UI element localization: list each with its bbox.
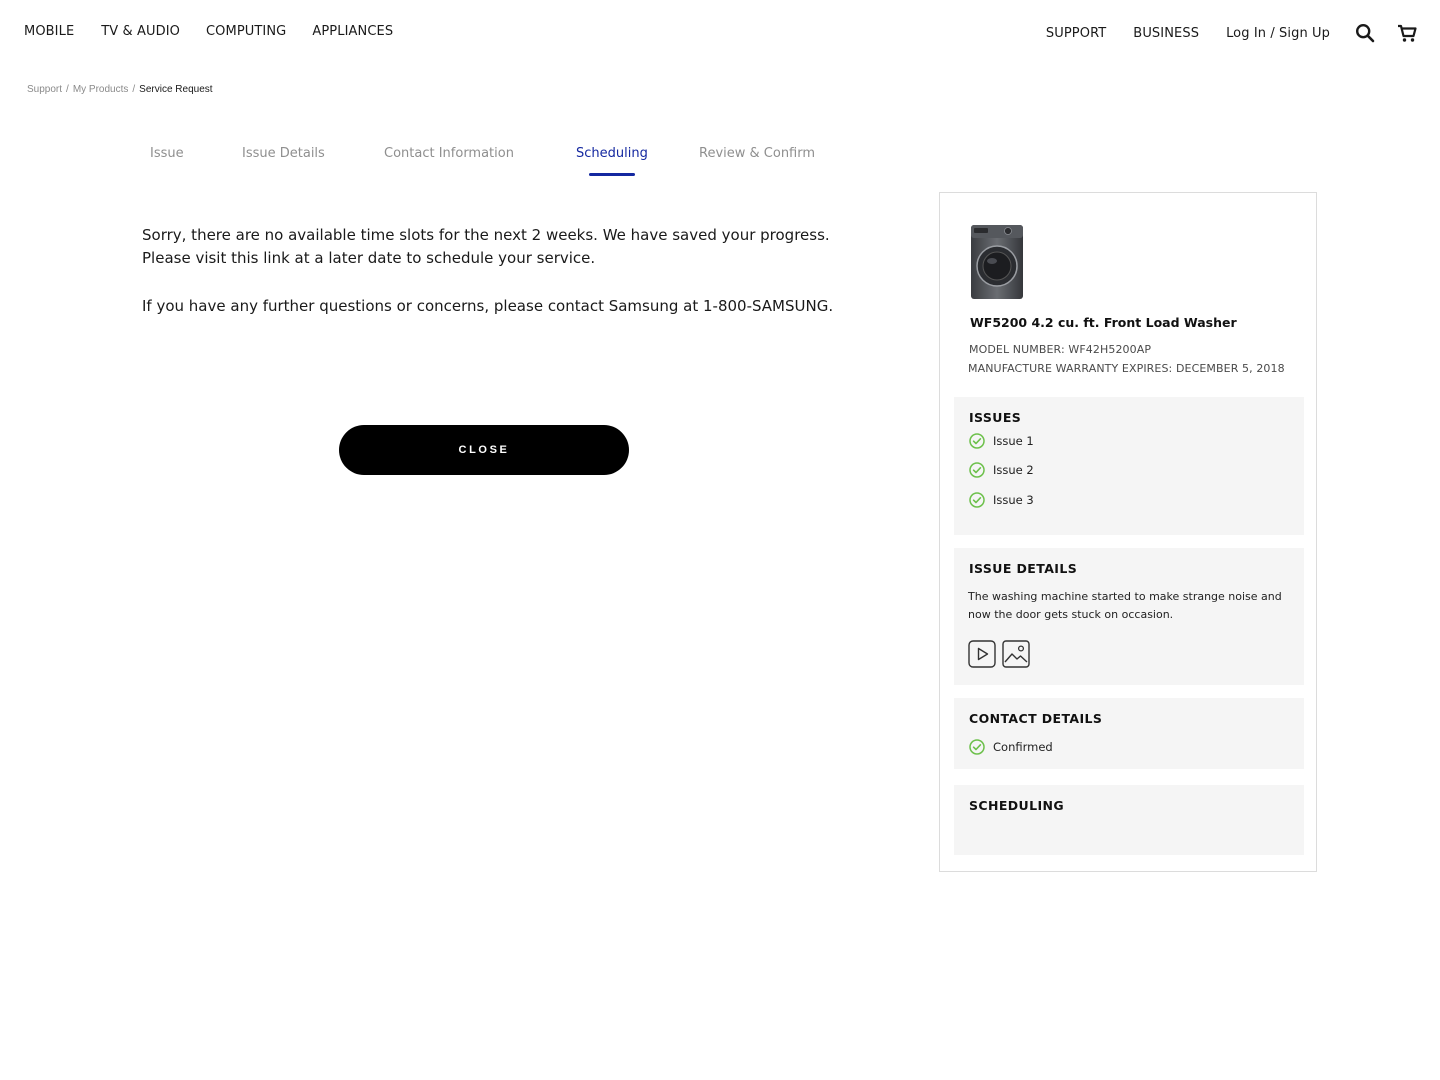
nav-tv-audio[interactable]: TV & AUDIO [101, 24, 180, 39]
issue-details-title: ISSUE DETAILS [969, 561, 1078, 576]
login-signup-link[interactable]: Log In / Sign Up [1226, 26, 1330, 41]
model-number: MODEL NUMBER: WF42H5200AP [969, 343, 1152, 356]
issue-item: Issue 1 [969, 432, 1034, 450]
product-name: WF5200 4.2 cu. ft. Front Load Washer [970, 315, 1237, 330]
nav-appliances[interactable]: APPLIANCES [312, 24, 393, 39]
no-slots-message: Sorry, there are no available time slots… [142, 224, 842, 318]
contact-status-label: Confirmed [993, 740, 1053, 754]
active-step-indicator [589, 173, 635, 176]
top-navigation: MOBILE TV & AUDIO COMPUTING APPLIANCES S… [0, 0, 1440, 66]
utility-menu: SUPPORT BUSINESS Log In / Sign Up [1046, 22, 1418, 44]
step-review-confirm[interactable]: Review & Confirm [699, 146, 815, 161]
issue-label: Issue 1 [993, 434, 1034, 448]
issue-label: Issue 3 [993, 493, 1034, 507]
issue-item: Issue 2 [969, 461, 1034, 479]
attachments [968, 640, 1030, 668]
contact-details-title: CONTACT DETAILS [969, 711, 1103, 726]
breadcrumb-my-products[interactable]: My Products [73, 84, 129, 95]
issue-details-panel: ISSUE DETAILS The washing machine starte… [954, 548, 1304, 685]
search-icon[interactable] [1354, 22, 1376, 44]
contact-text: If you have any further questions or con… [142, 297, 834, 315]
issue-label: Issue 2 [993, 463, 1034, 477]
breadcrumb-separator: / [66, 84, 69, 95]
step-scheduling[interactable]: Scheduling [576, 146, 648, 161]
no-slots-text: Sorry, there are no available time slots… [142, 226, 830, 267]
contact-status: Confirmed [969, 738, 1053, 756]
nav-mobile[interactable]: MOBILE [24, 24, 74, 39]
step-issue[interactable]: Issue [150, 146, 184, 161]
cart-icon[interactable] [1396, 22, 1418, 44]
washer-product-image [970, 224, 1024, 300]
step-issue-details[interactable]: Issue Details [242, 146, 325, 161]
breadcrumb-support[interactable]: Support [27, 84, 62, 95]
contact-details-panel: CONTACT DETAILS Confirmed [954, 698, 1304, 769]
video-attachment-icon[interactable] [968, 640, 996, 668]
image-attachment-icon[interactable] [1002, 640, 1030, 668]
breadcrumb: Support / My Products / Service Request [27, 84, 213, 95]
check-circle-icon [969, 492, 985, 508]
nav-computing[interactable]: COMPUTING [206, 24, 286, 39]
request-summary-card: WF5200 4.2 cu. ft. Front Load Washer MOD… [939, 192, 1317, 872]
issue-item: Issue 3 [969, 491, 1034, 509]
check-circle-icon [969, 739, 985, 755]
close-button[interactable]: CLOSE [339, 425, 629, 475]
scheduling-title: SCHEDULING [969, 798, 1065, 813]
issues-title: ISSUES [969, 410, 1022, 425]
step-contact-information[interactable]: Contact Information [384, 146, 514, 161]
scheduling-panel: SCHEDULING [954, 785, 1304, 855]
nav-business[interactable]: BUSINESS [1133, 26, 1199, 41]
breadcrumb-separator: / [132, 84, 136, 95]
issue-details-text: The washing machine started to make stra… [968, 590, 1282, 621]
main-menu: MOBILE TV & AUDIO COMPUTING APPLIANCES [24, 24, 393, 39]
breadcrumb-current: Service Request [139, 84, 213, 95]
issues-panel: ISSUES Issue 1 Issue 2 Issue 3 [954, 397, 1304, 535]
check-circle-icon [969, 433, 985, 449]
warranty-expiry: MANUFACTURE WARRANTY EXPIRES: DECEMBER 5… [968, 362, 1285, 375]
check-circle-icon [969, 462, 985, 478]
nav-support[interactable]: SUPPORT [1046, 26, 1106, 41]
